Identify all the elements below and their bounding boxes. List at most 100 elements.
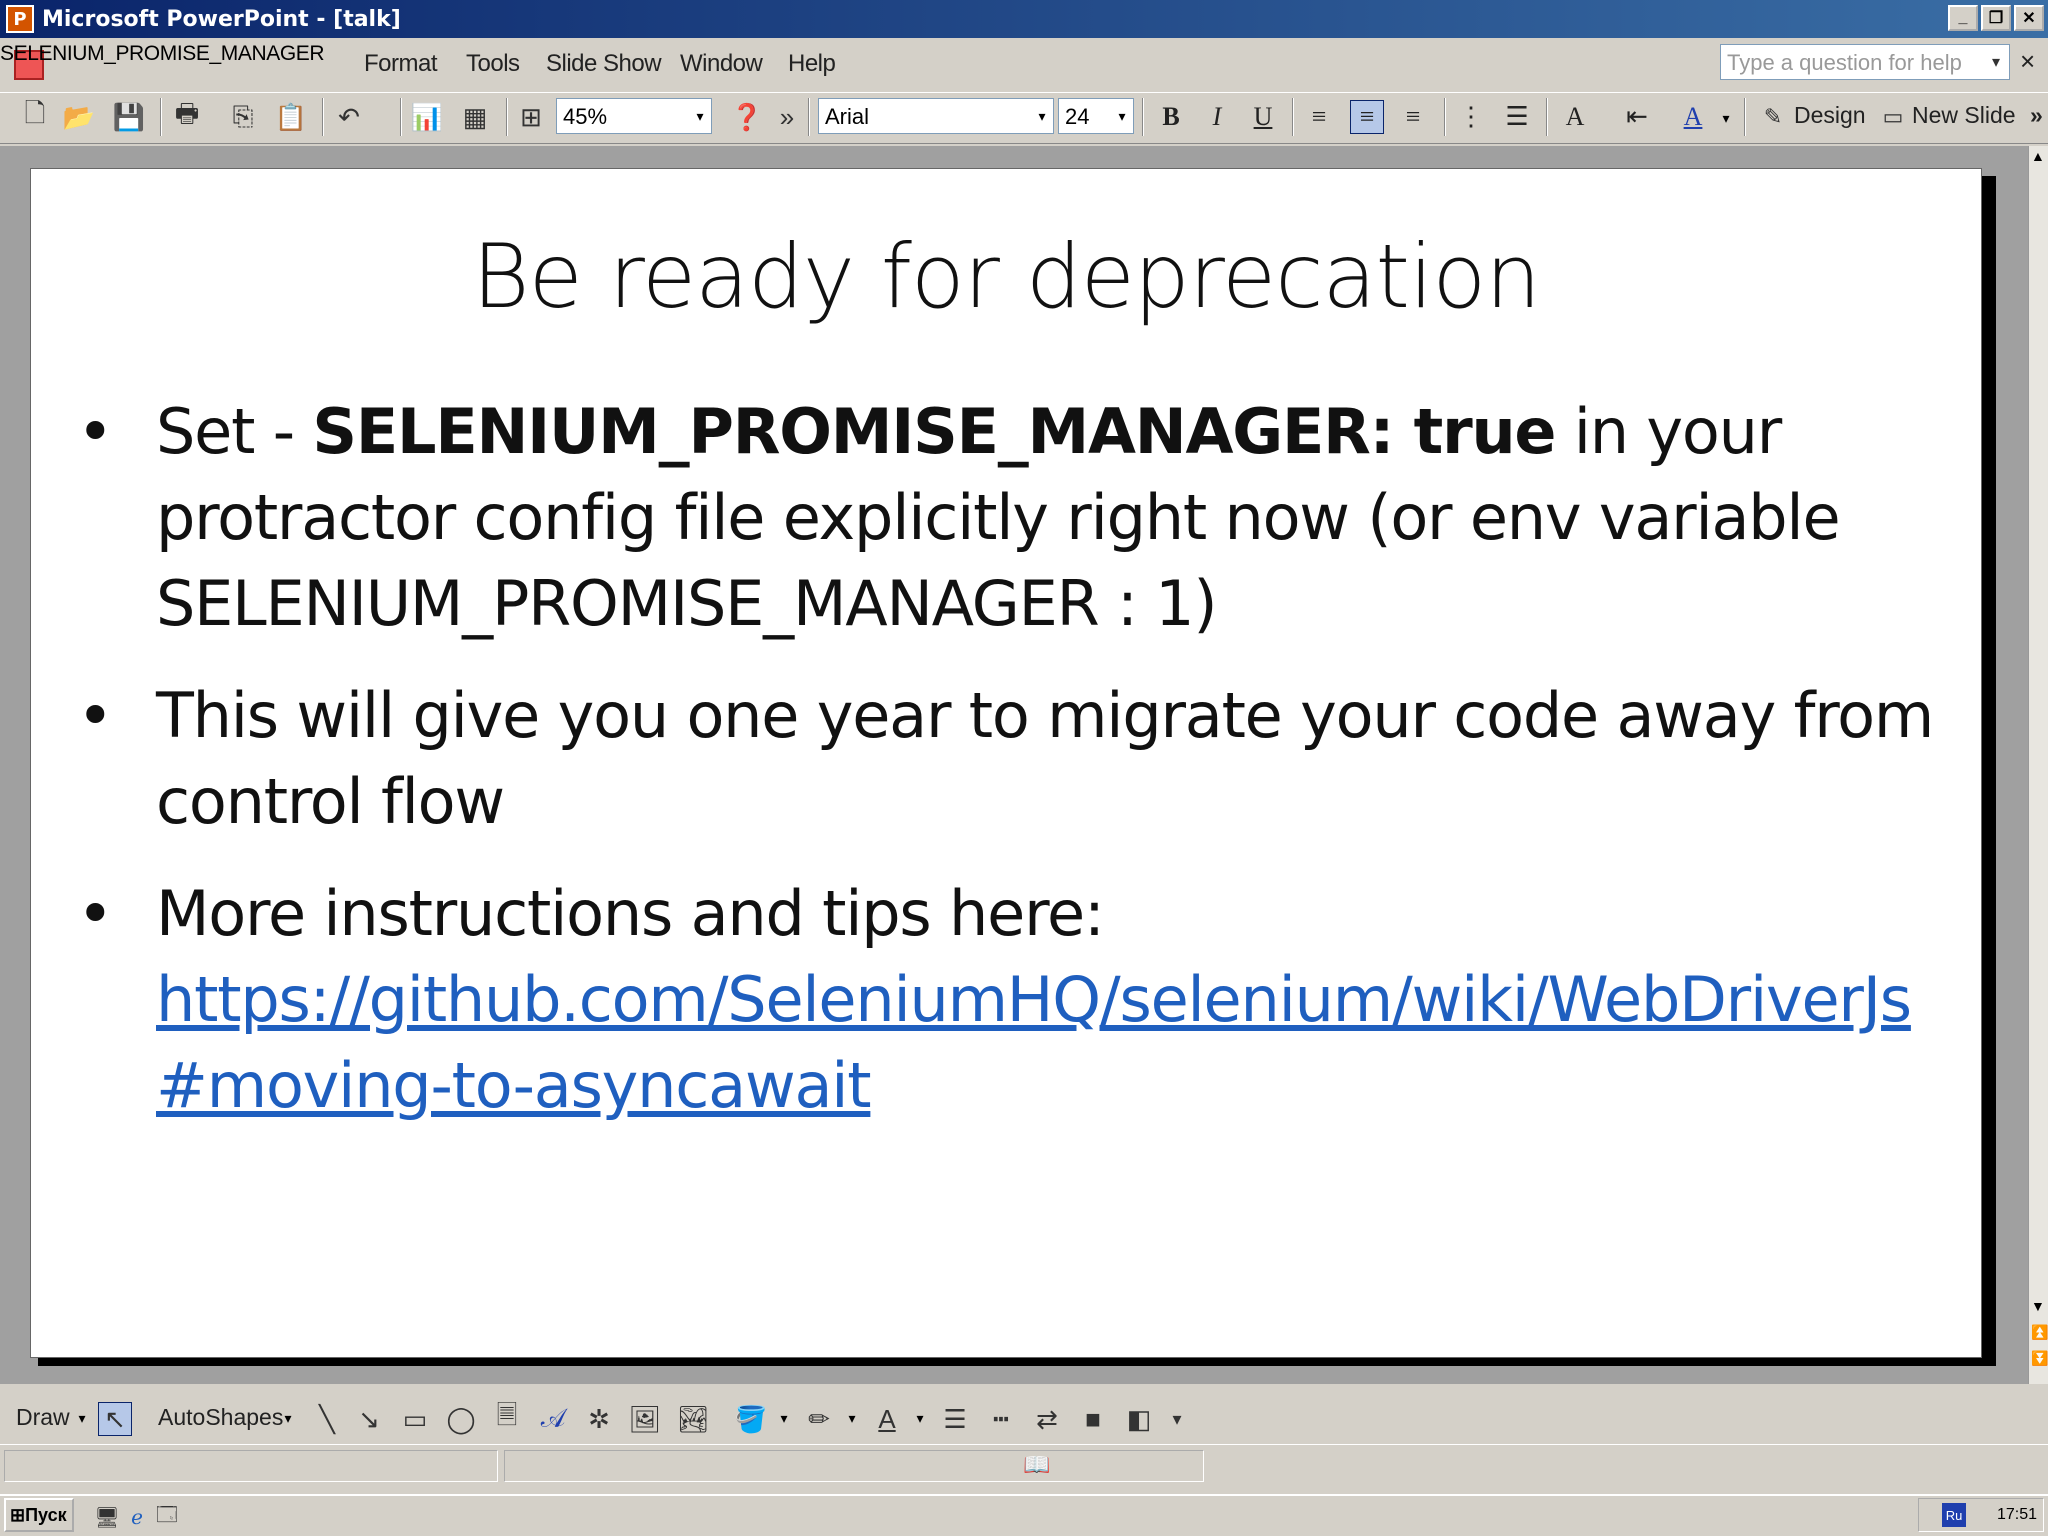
status-panel-slide [4, 1450, 498, 1482]
scroll-up-icon[interactable]: ▲ [2031, 148, 2045, 164]
design-button[interactable]: Design [1794, 102, 1866, 129]
overlay-label: SELENIUM_PROMISE_MANAGER [0, 42, 325, 65]
picture-icon[interactable]: 🏞 [676, 1402, 710, 1436]
scroll-down-icon[interactable]: ▼ [2031, 1298, 2045, 1314]
italic-button[interactable]: I [1200, 100, 1234, 134]
slide-bullet-list[interactable]: Set - SELENIUM_PROMISE_MANAGER: true in … [77, 389, 1957, 1155]
drawbar-more-icon[interactable]: ▾ [1160, 1402, 1194, 1436]
restore-button[interactable]: ❐ [1981, 5, 2011, 31]
taskbar [0, 1494, 2048, 1536]
line-icon[interactable]: ╲ [310, 1402, 344, 1436]
help-icon[interactable]: ❓ [730, 100, 764, 134]
align-left-icon[interactable]: ≡ [1302, 100, 1336, 134]
selenium-wiki-link[interactable]: https://github.com/SeleniumHQ/selenium/w… [156, 963, 1912, 1122]
draw-font-color-icon[interactable]: A [870, 1402, 904, 1436]
slide-title[interactable]: Be ready for deprecation [31, 225, 1981, 328]
line-style-icon[interactable]: ☰ [938, 1402, 972, 1436]
rectangle-icon[interactable]: ▭ [398, 1402, 432, 1436]
diagram-icon[interactable]: ✲ [582, 1402, 616, 1436]
arrow-icon[interactable]: ↘ [352, 1402, 386, 1436]
help-dropdown-icon[interactable]: ▾ [1982, 44, 2010, 80]
font-select[interactable]: Arial [818, 98, 1054, 134]
menu-window[interactable]: Window [680, 50, 763, 78]
bullet-item: This will give you one year to migrate y… [77, 673, 1957, 845]
underline-button[interactable]: U [1246, 100, 1280, 134]
bold-button[interactable]: B [1154, 100, 1188, 134]
textbox-icon[interactable]: 🗏 [490, 1400, 524, 1436]
copy-icon[interactable]: ⎘ [226, 100, 260, 134]
zoom-dropdown-icon[interactable]: ▾ [688, 98, 712, 134]
menu-format[interactable]: Format [364, 50, 438, 78]
previous-slide-icon[interactable]: ⏫ [2031, 1324, 2048, 1341]
close-document-icon[interactable]: × [2020, 46, 2035, 77]
insert-chart-icon[interactable]: 📊 [410, 100, 444, 134]
windows-logo-icon: ⊞ [10, 1504, 26, 1525]
draw-font-color-dropdown-icon[interactable]: ▾ [908, 1400, 932, 1436]
autoshapes-button[interactable]: AutoShapes [158, 1404, 283, 1431]
3d-style-icon[interactable]: ◧ [1122, 1402, 1156, 1436]
bullet-item: Set - SELENIUM_PROMISE_MANAGER: true in … [77, 389, 1957, 647]
help-search-input[interactable]: Type a question for help [1720, 44, 2010, 80]
paste-icon[interactable]: 📋 [274, 100, 308, 134]
toolbar-overflow-icon[interactable]: » [770, 100, 804, 134]
new-document-icon[interactable]: 🗋 [18, 98, 52, 134]
numbered-list-icon[interactable]: ⋮ [1454, 100, 1488, 134]
drawing-toolbar [0, 1392, 2048, 1444]
title-bar: P Microsoft PowerPoint - [talk] _ ❐ ✕ [0, 0, 2048, 38]
line-color-dropdown-icon[interactable]: ▾ [840, 1400, 864, 1436]
vertical-scrollbar[interactable]: ▲ ▼ ⏫ ⏬ [2028, 146, 2048, 1384]
draw-menu-button[interactable]: Draw [16, 1404, 70, 1431]
align-right-icon[interactable]: ≡ [1396, 100, 1430, 134]
show-desktop-icon[interactable]: 🖥 [90, 1500, 124, 1534]
menu-slide-show[interactable]: Slide Show [546, 50, 662, 78]
grid-icon[interactable]: ⊞ [514, 100, 548, 134]
system-tray: 17:51 [1918, 1498, 2044, 1532]
new-slide-icon[interactable]: ▭ [1876, 100, 1910, 134]
bulleted-list-icon[interactable]: ☰ [1500, 100, 1534, 134]
decrease-indent-icon[interactable]: ⇤ [1620, 100, 1654, 134]
menu-help[interactable]: Help [788, 50, 836, 78]
clipart-icon[interactable]: 🖼 [628, 1402, 662, 1436]
quicklaunch-app-icon[interactable]: 🗔 [150, 1500, 184, 1534]
font-size-dropdown-icon[interactable]: ▾ [1110, 98, 1134, 134]
minimize-button[interactable]: _ [1948, 5, 1978, 31]
select-pointer-icon[interactable]: ↖ [98, 1402, 132, 1436]
language-indicator[interactable]: Ru [1942, 1503, 1966, 1527]
internet-explorer-icon[interactable]: ℯ [120, 1500, 154, 1534]
draw-dropdown-icon[interactable]: ▾ [70, 1400, 94, 1436]
insert-table-icon[interactable]: ▦ [458, 100, 492, 134]
align-center-icon[interactable]: ≡ [1350, 100, 1384, 134]
slide[interactable]: Be ready for deprecation Set - SELENIUM_… [30, 168, 1982, 1358]
spellcheck-icon[interactable]: 📖 [1020, 1448, 1054, 1482]
arrow-style-icon[interactable]: ⇄ [1030, 1402, 1064, 1436]
shadow-style-icon[interactable]: ■ [1076, 1402, 1110, 1436]
font-color-icon[interactable]: A [1676, 100, 1710, 134]
autoshapes-dropdown-icon[interactable]: ▾ [276, 1400, 300, 1436]
status-panel-design [504, 1450, 1204, 1482]
dash-style-icon[interactable]: ┅ [984, 1402, 1018, 1436]
font-dropdown-icon[interactable]: ▾ [1030, 98, 1054, 134]
window-controls: _ ❐ ✕ [1948, 5, 2044, 31]
fill-color-icon[interactable]: 🪣 [734, 1402, 768, 1436]
open-folder-icon[interactable]: 📂 [62, 100, 96, 134]
clock: 17:51 [1996, 1506, 2037, 1523]
start-label: Пуск [25, 1504, 67, 1525]
fill-color-dropdown-icon[interactable]: ▾ [772, 1400, 796, 1436]
powerpoint-app-icon[interactable]: P [6, 5, 34, 33]
start-button[interactable]: ⊞ Пуск [4, 1498, 74, 1532]
oval-icon[interactable]: ◯ [444, 1402, 478, 1436]
next-slide-icon[interactable]: ⏬ [2031, 1350, 2048, 1367]
undo-icon[interactable]: ↶ [332, 100, 366, 134]
font-color-dropdown-icon[interactable]: ▾ [1714, 100, 1738, 136]
new-slide-button[interactable]: New Slide [1912, 102, 2016, 129]
menu-tools[interactable]: Tools [466, 50, 520, 78]
design-icon[interactable]: ✎ [1756, 100, 1790, 134]
window-title: Microsoft PowerPoint - [talk] [42, 6, 401, 32]
wordart-icon[interactable]: 𝒜 [536, 1402, 570, 1436]
save-icon[interactable]: 💾 [112, 100, 146, 134]
close-button[interactable]: ✕ [2014, 5, 2044, 31]
line-color-icon[interactable]: ✏ [802, 1402, 836, 1436]
increase-font-icon[interactable]: A [1558, 100, 1592, 134]
print-icon[interactable]: 🖶 [170, 98, 204, 134]
toolbar-more-icon[interactable]: » [2030, 102, 2043, 129]
